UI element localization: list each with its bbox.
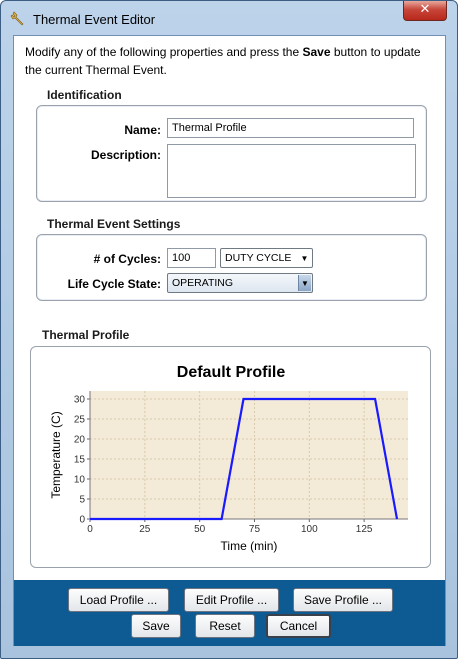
x-axis-label: Time (min) [221, 539, 278, 553]
name-field[interactable]: Thermal Profile [167, 118, 414, 138]
cancel-button[interactable]: Cancel [266, 614, 331, 638]
chart-title: Default Profile [177, 364, 286, 381]
thermal-profile-panel: Default Profile 0 25 50 75 100 125 0 5 10 15 20 25 3… [30, 346, 431, 568]
identification-panel: Name: Thermal Profile Description: [36, 105, 427, 202]
dialog-content: Modify any of the following properties a… [13, 35, 446, 646]
edit-profile-button[interactable]: Edit Profile ... [184, 588, 279, 612]
description-field[interactable] [167, 144, 416, 198]
load-profile-button[interactable]: Load Profile ... [68, 588, 169, 612]
save-profile-button[interactable]: Save Profile ... [293, 588, 393, 612]
y-tick-label: 25 [74, 415, 86, 426]
cycle-unit-dropdown[interactable]: DUTY CYCLE ▼ [220, 248, 313, 268]
chevron-down-icon: ▼ [300, 254, 309, 263]
title-bar[interactable]: Thermal Event Editor ✕ [1, 1, 457, 35]
x-tick-label: 25 [139, 524, 151, 535]
wrench-icon [10, 11, 24, 26]
plot-area [90, 391, 408, 519]
identification-title: Identification [47, 88, 122, 102]
button-bar: Load Profile ... Edit Profile ... Save P… [14, 580, 445, 646]
save-button[interactable]: Save [131, 614, 181, 638]
reset-button[interactable]: Reset [195, 614, 255, 638]
y-tick-label: 20 [74, 435, 86, 446]
thermal-profile-title: Thermal Profile [42, 328, 130, 342]
name-label: Name: [124, 123, 161, 137]
lifecycle-label: Life Cycle State: [67, 277, 161, 291]
lifecycle-dropdown[interactable]: OPERATING ▼ [167, 273, 313, 293]
y-tick-label: 10 [74, 475, 86, 486]
chevron-down-icon: ▼ [298, 275, 311, 291]
cycle-unit-value: DUTY CYCLE [225, 252, 292, 264]
cycles-field[interactable]: 100 [167, 248, 216, 268]
y-tick-label: 5 [79, 495, 85, 506]
x-tick-label: 100 [301, 524, 318, 535]
editor-window: Thermal Event Editor ✕ Modify any of the… [0, 0, 458, 659]
lifecycle-value: OPERATING [172, 277, 234, 289]
cycles-label: # of Cycles: [93, 252, 161, 266]
instructions-save-word: Save [302, 45, 331, 59]
x-tick-label: 125 [356, 524, 373, 535]
instructions-text: Modify any of the following properties a… [25, 43, 437, 79]
settings-panel: # of Cycles: 100 DUTY CYCLE ▼ Life Cycle… [36, 234, 427, 301]
close-icon: ✕ [419, 2, 431, 17]
y-tick-label: 0 [79, 515, 85, 526]
description-label: Description: [90, 148, 161, 162]
profile-chart: Default Profile 0 25 50 75 100 125 0 5 10 15 20 25 3… [49, 364, 408, 553]
x-tick-label: 75 [249, 524, 261, 535]
y-tick-label: 15 [74, 455, 86, 466]
close-button[interactable]: ✕ [403, 1, 447, 21]
window-title: Thermal Event Editor [33, 12, 156, 27]
instructions-before: Modify any of the following properties a… [25, 45, 303, 59]
settings-title: Thermal Event Settings [47, 217, 181, 231]
y-axis-label: Temperature (C) [49, 411, 63, 498]
y-tick-label: 30 [74, 395, 86, 406]
x-tick-label: 0 [87, 524, 93, 535]
x-tick-label: 50 [194, 524, 206, 535]
